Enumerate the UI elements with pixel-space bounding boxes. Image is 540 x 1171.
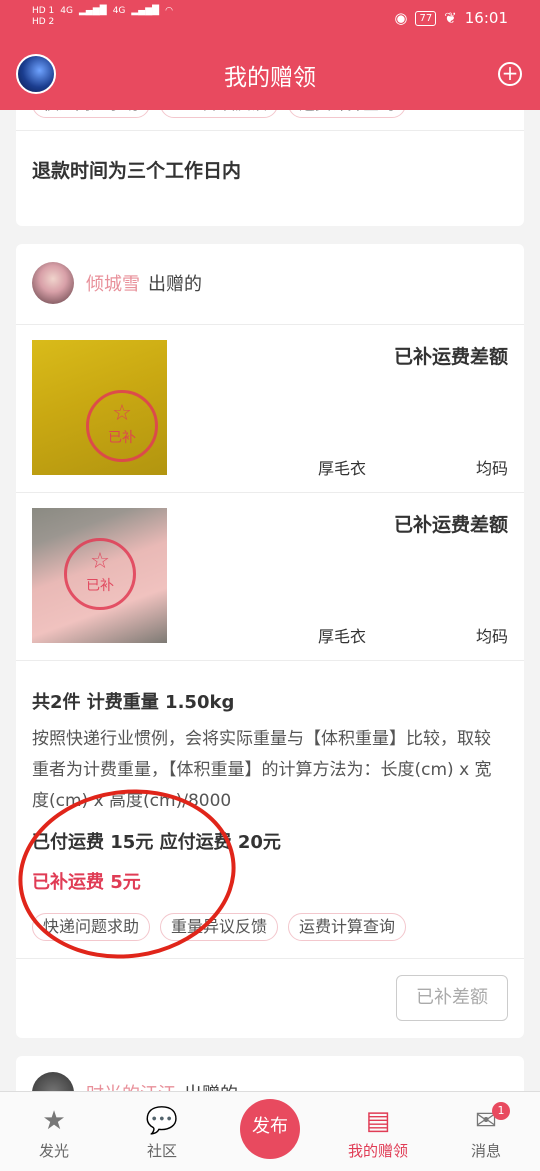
item-status: 已补运费差额 (393, 346, 508, 368)
item-name: 厚毛衣 (318, 627, 367, 646)
item-status: 已补运费差额 (393, 514, 508, 536)
signal-icon: ▂▄▆█ (131, 6, 160, 16)
bottom-nav: ★ 发光 💬 社区 发布 ▤ 我的赠领 ✉ 1 消息 (0, 1091, 540, 1171)
giver-suffix: 出赠的 (184, 1080, 238, 1091)
leaf-icon: ❦ (444, 9, 457, 27)
giver-name[interactable]: 倾城雪 (86, 270, 140, 296)
giver-row[interactable]: 倾城雪 出赠的 (32, 262, 202, 304)
item-name: 厚毛衣 (318, 459, 367, 478)
publish-button[interactable]: 发布 (240, 1099, 300, 1159)
nav-label: 我的赠领 (347, 1142, 408, 1160)
stamp-icon: ☆ 已补 (86, 390, 158, 462)
plus-icon: + (501, 61, 519, 85)
nav-item-messages[interactable]: ✉ 1 消息 (446, 1102, 526, 1161)
tag-fee-query[interactable]: 运费计算查询 (288, 110, 407, 118)
star-icon: ★ (42, 1106, 66, 1136)
refund-notice: 退款时间为三个工作日内 (32, 160, 242, 182)
net2-label: 4G (112, 6, 126, 16)
giver-suffix: 出赠的 (148, 274, 202, 295)
donation-card: 时光的江江 出赠的 (16, 1056, 524, 1091)
battery-icon: 77 (415, 10, 437, 26)
giver-name[interactable]: 时光的江江 (86, 1080, 176, 1091)
giver-row[interactable]: 时光的江江 出赠的 (32, 1072, 238, 1091)
nav-label: 消息 (470, 1142, 501, 1160)
chat-icon: 💬 (145, 1106, 179, 1136)
mail-icon: ✉ (475, 1106, 497, 1136)
list-item[interactable]: ☆ 已补 已补运费差额 厚毛衣 均码 (16, 324, 524, 492)
divider (16, 660, 524, 661)
stamp-text: 已补 (86, 578, 114, 594)
weight-summary: 共2件 计费重量 1.50kg (32, 692, 235, 713)
tag-fee-query[interactable]: 运费计算查询 (288, 913, 407, 941)
stamp-text: 已补 (108, 430, 136, 446)
tag-delivery-help[interactable]: 快递问题求助 (32, 110, 151, 118)
giver-avatar[interactable] (32, 262, 74, 304)
nav-item-my-donations[interactable]: ▤ 我的赠领 (338, 1106, 418, 1161)
wifi-icon: ◠ (165, 6, 173, 16)
divider (16, 130, 524, 131)
sim2-label: HD 2 (32, 17, 55, 27)
nav-item-glow[interactable]: ★ 发光 (14, 1106, 94, 1161)
add-button[interactable]: + (498, 62, 522, 86)
item-size: 均码 (475, 627, 508, 646)
message-badge: 1 (492, 1102, 510, 1120)
star-icon: ☆ (90, 549, 110, 574)
donation-card: 快递问题求助 重量异议反馈 运费计算查询 退款时间为三个工作日内 (16, 110, 524, 226)
list-item[interactable]: ☆ 已补 已补运费差额 厚毛衣 均码 (16, 492, 524, 660)
item-thumbnail[interactable]: ☆ 已补 (32, 340, 167, 475)
star-icon: ☆ (112, 401, 132, 426)
tag-weight-dispute[interactable]: 重量异议反馈 (160, 110, 279, 118)
sim1-label: HD 1 (32, 6, 55, 16)
stamp-icon: ☆ 已补 (64, 538, 136, 610)
page-title: 我的赠领 (224, 65, 316, 91)
nav-label: 发光 (38, 1142, 69, 1160)
content-scroll[interactable]: 快递问题求助 重量异议反馈 运费计算查询 退款时间为三个工作日内 倾城雪 出赠的… (0, 110, 540, 1091)
giver-avatar[interactable] (32, 1072, 74, 1091)
paid-difference-button[interactable]: 已补差额 (396, 975, 508, 1021)
app-header: 我的赠领 + (0, 40, 540, 110)
item-thumbnail[interactable]: ☆ 已补 (32, 508, 167, 643)
gift-icon: ▤ (365, 1106, 391, 1136)
status-bar: HD 1 4G ▂▄▆█ 4G ▂▄▆█ ◠ HD 2 ◉ 77 ❦ 16:01 (0, 0, 540, 40)
clock: 16:01 (464, 9, 508, 27)
item-size: 均码 (475, 459, 508, 478)
net1-label: 4G (60, 6, 73, 16)
signal-icon: ▂▄▆█ (79, 6, 107, 16)
nav-label: 社区 (146, 1142, 177, 1160)
nav-item-community[interactable]: 💬 社区 (122, 1106, 202, 1161)
help-tags: 快递问题求助 重量异议反馈 运费计算查询 (32, 110, 407, 118)
eye-icon: ◉ (394, 9, 408, 27)
signal-area: HD 1 4G ▂▄▆█ 4G ▂▄▆█ ◠ HD 2 (32, 6, 173, 28)
divider (16, 958, 524, 959)
nav-label: 发布 (252, 1116, 288, 1137)
